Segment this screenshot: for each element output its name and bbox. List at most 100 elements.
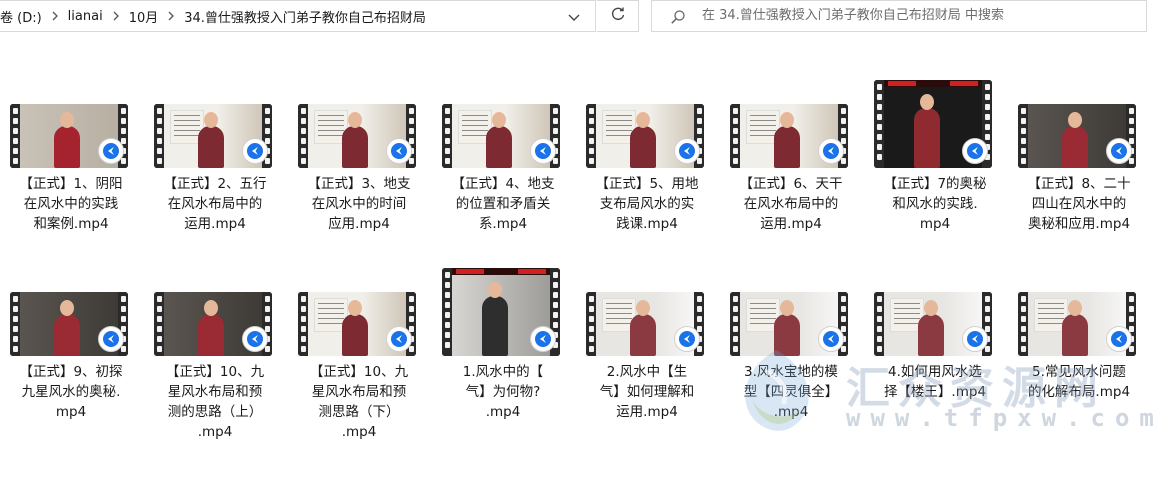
file-name-line: 【正式】2、五行 [163,176,267,192]
video-thumbnail[interactable] [1018,292,1136,356]
breadcrumb-item-current-folder[interactable]: 34.曾仕强教授入门弟子教你自己布招财局 [178,7,432,26]
file-name-line: 四山在风水中的 [1031,196,1127,212]
file-name-line: 【正式】1、阴阳 [19,176,123,192]
file-name: 【正式】7的奥秘 和风水的实践. mp4 [864,174,1006,234]
file-item[interactable]: 3.风水宝地的模 型【四灵俱全】 .mp4 [720,248,864,428]
file-name: 【正式】9、初探 九星风水的奥秘. mp4 [0,362,142,422]
file-item[interactable]: 【正式】4、地支 的位置和矛盾关 系.mp4 [432,60,576,240]
file-name-line: 星风水布局和预 [311,384,407,400]
film-strip-icon [586,104,596,168]
video-thumbnail[interactable] [442,268,560,356]
presenter [1062,126,1088,168]
chevron-down-icon[interactable] [566,9,582,25]
file-name-line: mp4 [919,216,951,232]
file-name-line: .mp4 [197,424,233,440]
breadcrumb-item-month[interactable]: 10月 [123,7,165,26]
file-name: 【正式】4、地支 的位置和矛盾关 系.mp4 [432,174,574,234]
refresh-icon [610,6,626,26]
video-thumbnail[interactable] [586,292,704,356]
file-name: 【正式】3、地支 在风水中的时间 应用.mp4 [288,174,430,234]
film-strip-icon [874,80,884,168]
video-thumbnail[interactable] [298,292,416,356]
file-item[interactable]: 5.常见风水问题 的化解布局.mp4 [1008,248,1152,428]
chevron-right-icon[interactable] [164,9,178,23]
play-icon [386,138,412,164]
file-item[interactable]: 【正式】1、阴阳 在风水中的实践 和案例.mp4 [0,60,144,240]
film-strip-icon [10,292,20,356]
video-thumbnail[interactable] [10,292,128,356]
file-name-line: 在风水中的实践 [23,196,119,212]
film-strip-icon [730,292,740,356]
file-name: 5.常见风水问题 的化解布局.mp4 [1008,362,1150,402]
play-icon [530,326,556,352]
file-name-line: .mp4 [485,404,521,420]
presenter [774,314,800,356]
file-name-line: 奥秘和应用.mp4 [1027,216,1131,232]
presenter [630,314,656,356]
file-item[interactable]: 【正式】2、五行 在风水布局中的 运用.mp4 [144,60,288,240]
file-name-line: 九星风水的奥秘. [21,384,121,400]
video-thumbnail[interactable] [10,104,128,168]
video-thumbnail[interactable] [874,292,992,356]
file-name-line: 和案例.mp4 [33,216,109,232]
play-icon [386,326,412,352]
breadcrumb-item-drive[interactable]: 卷 (D:) [0,7,48,26]
play-icon [818,138,844,164]
file-item[interactable]: 【正式】10、九 星风水布局和预 测思路（下） .mp4 [288,248,432,440]
chevron-right-icon[interactable] [48,9,62,23]
breadcrumb-item-lianai[interactable]: lianai [62,9,109,24]
address-bar[interactable]: 卷 (D:) lianai 10月 34.曾仕强教授入门弟子教你自己布招财局 [0,0,596,32]
file-name-line: 【正式】6、天干 [739,176,843,192]
file-item[interactable]: 【正式】8、二十 四山在风水中的 奥秘和应用.mp4 [1008,60,1152,240]
file-item[interactable]: 【正式】7的奥秘 和风水的实践. mp4 [864,60,1008,240]
play-icon [818,326,844,352]
play-icon [1106,138,1132,164]
breadcrumb: 卷 (D:) lianai 10月 34.曾仕强教授入门弟子教你自己布招财局 [0,1,432,31]
video-banner [884,80,982,87]
file-name-line: .mp4 [773,404,809,420]
file-name: 【正式】6、天干 在风水布局中的 运用.mp4 [720,174,862,234]
video-thumbnail[interactable] [298,104,416,168]
play-icon [1106,326,1132,352]
video-thumbnail[interactable] [586,104,704,168]
file-item[interactable]: 1.风水中的【 气】为何物? .mp4 [432,248,576,428]
file-name-line: 【正式】4、地支 [451,176,555,192]
file-name-line: 4.如何用风水选 [888,364,982,380]
file-name: 【正式】1、阴阳 在风水中的实践 和案例.mp4 [0,174,142,234]
file-name-line: 1.风水中的【 [462,364,544,380]
video-thumbnail[interactable] [1018,104,1136,168]
presenter [342,126,368,168]
file-item[interactable]: 2.风水中【生 气】如何理解和 运用.mp4 [576,248,720,428]
film-strip-icon [730,104,740,168]
file-item[interactable]: 【正式】10、九 星风水布局和预 测的思路（上） .mp4 [144,248,288,440]
film-strip-icon [154,292,164,356]
file-item[interactable]: 【正式】5、用地 支布局风水的实 践课.mp4 [576,60,720,240]
chevron-right-icon[interactable] [109,9,123,23]
play-icon [98,326,124,352]
file-name-line: 5.常见风水问题 [1032,364,1126,380]
film-strip-icon [298,292,308,356]
film-strip-icon [1018,292,1028,356]
search-input[interactable]: 在 34.曾仕强教授入门弟子教你自己布招财局 中搜索 [702,1,1004,31]
file-name-line: 择【楼王】.mp4 [883,384,987,400]
file-name: 【正式】10、九 星风水布局和预 测思路（下） .mp4 [288,362,430,442]
play-icon [98,138,124,164]
file-name-line: 践课.mp4 [616,216,678,232]
file-name-line: 【正式】10、九 [309,364,409,380]
presenter [198,126,224,168]
search-box[interactable]: 在 34.曾仕强教授入门弟子教你自己布招财局 中搜索 [651,0,1147,32]
video-thumbnail[interactable] [730,104,848,168]
file-item[interactable]: 【正式】6、天干 在风水布局中的 运用.mp4 [720,60,864,240]
video-thumbnail[interactable] [730,292,848,356]
video-thumbnail[interactable] [154,104,272,168]
file-item[interactable]: 4.如何用风水选 择【楼王】.mp4 [864,248,1008,428]
video-thumbnail[interactable] [442,104,560,168]
file-item[interactable]: 【正式】3、地支 在风水中的时间 应用.mp4 [288,60,432,240]
refresh-button[interactable] [597,0,639,32]
file-name-line: 型【四灵俱全】 [743,384,839,400]
file-name-line: 气】为何物? [465,384,541,400]
video-thumbnail[interactable] [154,292,272,356]
video-thumbnail[interactable] [874,80,992,168]
file-item[interactable]: 【正式】9、初探 九星风水的奥秘. mp4 [0,248,144,428]
film-strip-icon [442,104,452,168]
